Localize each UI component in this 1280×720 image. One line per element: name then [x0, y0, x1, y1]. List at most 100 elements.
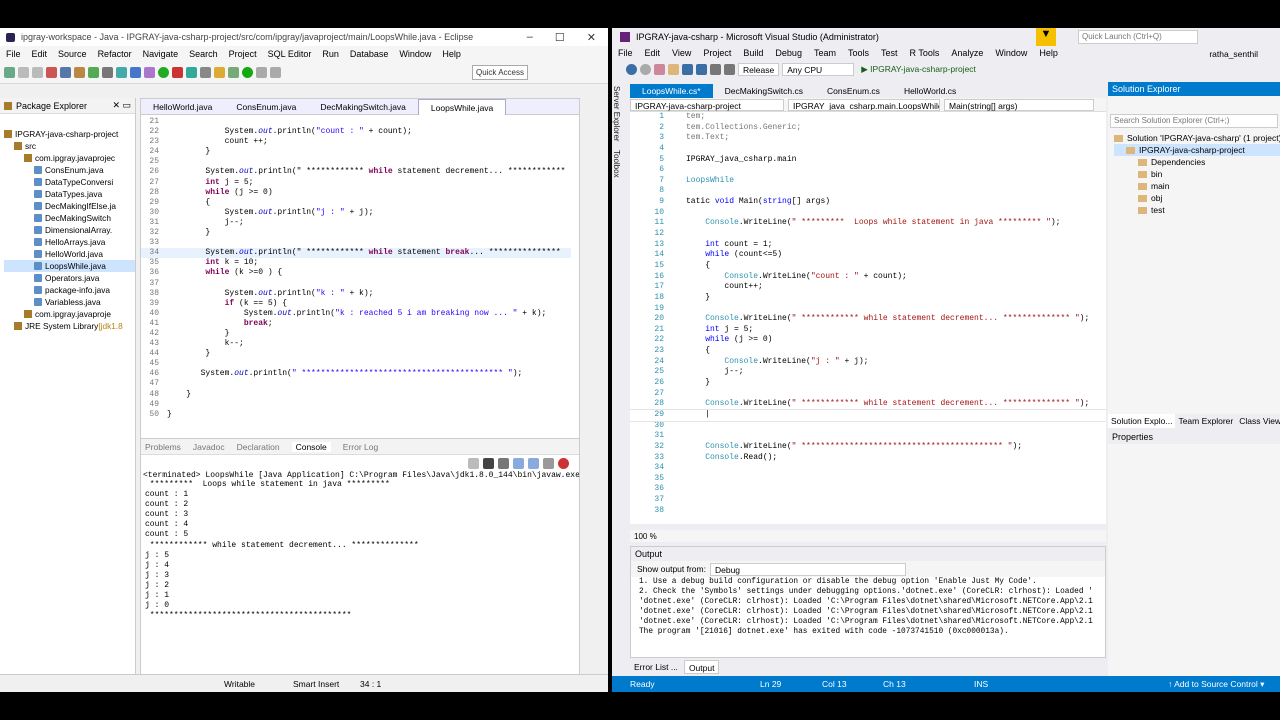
- tree-item[interactable]: package-info.java: [4, 284, 135, 296]
- menu-item-sql-editor[interactable]: SQL Editor: [268, 49, 312, 59]
- tree-item[interactable]: HelloArrays.java: [4, 236, 135, 248]
- vs-user-name[interactable]: ratha_senthil: [1209, 49, 1258, 59]
- refresh-icon[interactable]: [88, 67, 99, 78]
- external-tools-icon[interactable]: [172, 67, 183, 78]
- vs-bottom-tab[interactable]: Error List ...: [630, 660, 682, 674]
- redo-icon[interactable]: [724, 63, 735, 75]
- solution-item[interactable]: Solution 'IPGRAY-java-csharp' (1 project…: [1114, 132, 1280, 144]
- solution-item[interactable]: obj: [1114, 192, 1280, 204]
- vs-menu-help[interactable]: Help: [1039, 48, 1058, 58]
- vs-menu-build[interactable]: Build: [743, 48, 763, 58]
- server-explorer-tab[interactable]: Server Explorer: [612, 82, 621, 146]
- console-tab-javadoc[interactable]: Javadoc: [193, 442, 225, 452]
- new-project-icon[interactable]: [654, 63, 665, 75]
- pin-console-icon[interactable]: [543, 457, 554, 469]
- vs-menu-analyze[interactable]: Analyze: [951, 48, 983, 58]
- vs-menu-team[interactable]: Team: [814, 48, 836, 58]
- vs-menu-view[interactable]: View: [672, 48, 691, 58]
- scroll-lock-icon[interactable]: [513, 457, 524, 469]
- vs-menu-project[interactable]: Project: [703, 48, 731, 58]
- solution-item[interactable]: test: [1114, 204, 1280, 216]
- task-icon[interactable]: [228, 67, 239, 78]
- console-tab-declaration[interactable]: Declaration: [237, 442, 280, 452]
- word-wrap-icon[interactable]: [528, 457, 539, 469]
- run-icon[interactable]: [158, 67, 169, 78]
- tree-item[interactable]: com.ipgray.javaprojec: [4, 152, 135, 164]
- package-icon[interactable]: [74, 67, 85, 78]
- java-code[interactable]: 21 22 System.out.println("count : " + cou…: [141, 117, 571, 447]
- vs-menu-edit[interactable]: Edit: [645, 48, 661, 58]
- save-icon[interactable]: [682, 63, 693, 75]
- menu-item-window[interactable]: Window: [399, 49, 431, 59]
- vs-menu-r-tools[interactable]: R Tools: [910, 48, 940, 58]
- tree-item[interactable]: src: [4, 140, 135, 152]
- notification-filter-icon[interactable]: ▼: [1036, 28, 1056, 46]
- vs-document-tab[interactable]: LoopsWhile.cs*: [630, 84, 713, 98]
- open-type-icon[interactable]: [186, 67, 197, 78]
- vs-document-tab[interactable]: DecMakingSwitch.cs: [713, 84, 815, 98]
- toolbox-tab[interactable]: Toolbox: [612, 146, 621, 182]
- platform-dropdown[interactable]: Any CPU: [782, 62, 855, 76]
- tree-item[interactable]: IPGRAY-java-csharp-project: [4, 128, 135, 140]
- menu-item-project[interactable]: Project: [229, 49, 257, 59]
- menu-item-search[interactable]: Search: [189, 49, 218, 59]
- search-icon[interactable]: [200, 67, 211, 78]
- green-ball-icon[interactable]: [242, 67, 253, 78]
- package-explorer-title[interactable]: Package Explorer: [16, 101, 87, 111]
- undo-icon[interactable]: [710, 63, 721, 75]
- vs-menu-file[interactable]: File: [618, 48, 633, 58]
- tree-item[interactable]: Operators.java: [4, 272, 135, 284]
- open-icon[interactable]: [668, 63, 679, 75]
- tree-item[interactable]: ConsEnum.java: [4, 164, 135, 176]
- back-icon[interactable]: [626, 63, 637, 75]
- pencil-icon[interactable]: [130, 67, 141, 78]
- pin-icon[interactable]: [116, 67, 127, 78]
- tree-item[interactable]: Variabless.java: [4, 296, 135, 308]
- panel-tab[interactable]: Class View: [1236, 414, 1280, 428]
- solution-item[interactable]: Dependencies: [1114, 156, 1280, 168]
- zoom-level[interactable]: 100 %: [630, 530, 1106, 542]
- start-button[interactable]: ▶ IPGRAY-java-csharp-project: [857, 63, 980, 76]
- editor-tab[interactable]: ConsEnum.java: [224, 99, 308, 115]
- configuration-dropdown[interactable]: Release: [738, 62, 780, 76]
- menu-item-run[interactable]: Run: [322, 49, 339, 59]
- menu-item-edit[interactable]: Edit: [32, 49, 48, 59]
- menu-item-help[interactable]: Help: [442, 49, 461, 59]
- vs-document-tab[interactable]: ConsEnum.cs: [815, 84, 892, 98]
- menu-item-database[interactable]: Database: [350, 49, 389, 59]
- tree-item[interactable]: DataTypeConversi: [4, 176, 135, 188]
- vs-bottom-tab[interactable]: Output: [683, 660, 720, 674]
- panel-close-icon[interactable]: ✕ ▭: [112, 100, 135, 111]
- clear-console-icon[interactable]: [498, 457, 509, 469]
- save-all-icon[interactable]: [696, 63, 707, 75]
- link-icon[interactable]: [144, 67, 155, 78]
- new-icon[interactable]: [4, 67, 15, 78]
- output-source-dropdown[interactable]: Debug: [709, 562, 906, 576]
- csharp-code[interactable]: 1 tem; 2 tem.Collections.Generic; 3 tem.Text;…: [630, 112, 1106, 524]
- editor-tab[interactable]: LoopsWhile.java: [417, 98, 507, 115]
- nav-forward-icon[interactable]: [270, 67, 281, 78]
- save-all-icon[interactable]: [32, 67, 43, 78]
- panel-tab[interactable]: Solution Explo...: [1108, 414, 1176, 428]
- editor-tab[interactable]: HelloWorld.java: [141, 99, 224, 115]
- tree-item[interactable]: DecMakingSwitch: [4, 212, 135, 224]
- new-console-icon[interactable]: [558, 457, 569, 469]
- terminate-icon[interactable]: [468, 457, 479, 469]
- tree-item[interactable]: DimensionalArray.: [4, 224, 135, 236]
- project-dropdown[interactable]: IPGRAY-java-csharp-project: [630, 98, 784, 111]
- remove-launch-icon[interactable]: [483, 457, 494, 469]
- solution-item[interactable]: bin: [1114, 168, 1280, 180]
- editor-tab[interactable]: DecMakingSwitch.java: [308, 99, 418, 115]
- console-tab-problems[interactable]: Problems: [145, 442, 181, 452]
- solution-item[interactable]: main: [1114, 180, 1280, 192]
- nav-back-icon[interactable]: [256, 67, 267, 78]
- debug-icon[interactable]: [46, 67, 57, 78]
- tree-item[interactable]: DataTypes.java: [4, 188, 135, 200]
- menu-item-refactor[interactable]: Refactor: [98, 49, 132, 59]
- tree-item[interactable]: DecMakingIfElse.ja: [4, 200, 135, 212]
- menu-item-source[interactable]: Source: [58, 49, 87, 59]
- terminal-icon[interactable]: [60, 67, 71, 78]
- forward-icon[interactable]: [640, 63, 651, 75]
- annotation-icon[interactable]: [214, 67, 225, 78]
- type-dropdown[interactable]: IPGRAY_java_csharp.main.LoopsWhile: [788, 98, 940, 111]
